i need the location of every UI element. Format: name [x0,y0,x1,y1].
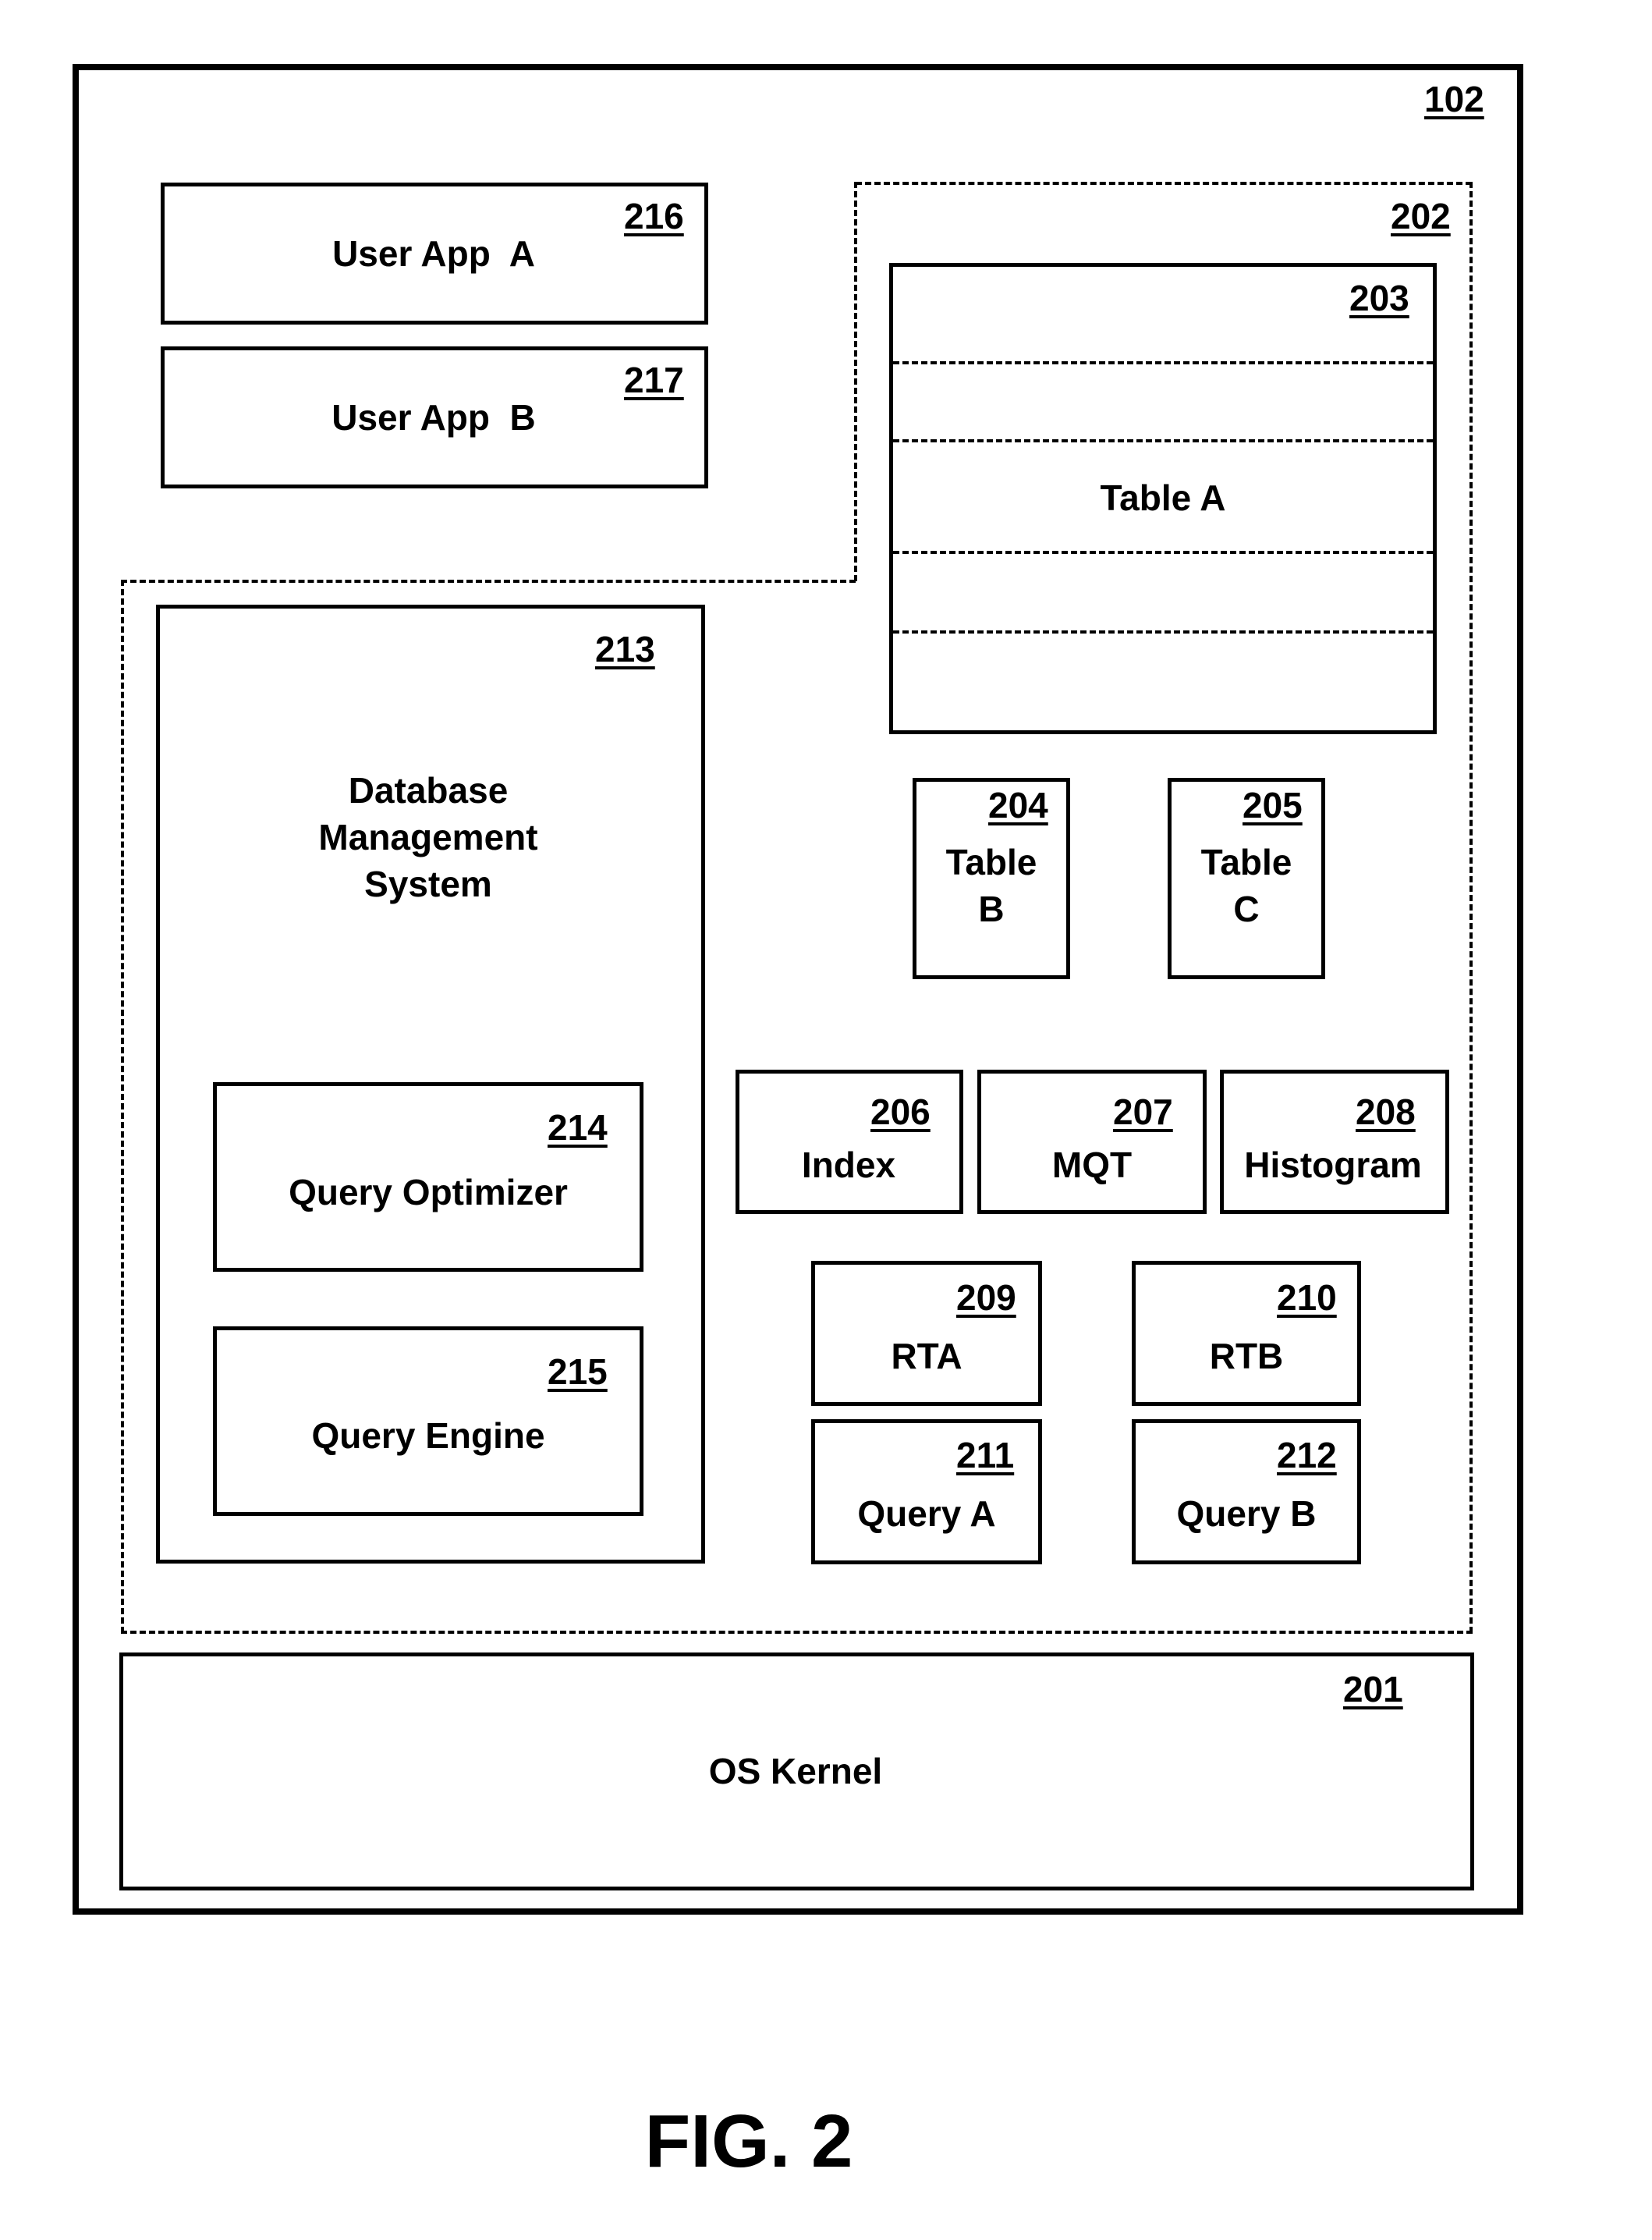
table-c-label-line2: C [1233,889,1260,929]
histogram-ref: 208 [1356,1092,1416,1132]
dbms-label-line1: Database [348,770,509,811]
query-b-ref: 212 [1277,1435,1337,1475]
dbms-label-line3: System [364,864,492,904]
figure-caption: FIG. 2 [644,2100,853,2183]
table-a-row-divider [893,439,1433,442]
query-a-label: Query A [857,1493,996,1534]
user-app-a-ref: 216 [624,196,684,236]
index-label: Index [801,1145,896,1185]
memory-region-border-left [121,580,124,1633]
dbms-label-line2: Management [318,817,538,857]
memory-region-border-notch [854,182,857,581]
table-c-ref: 205 [1243,785,1303,825]
query-optimizer-label: Query Optimizer [289,1172,568,1212]
table-a-row-divider [893,630,1433,634]
dbms-ref: 213 [595,629,655,669]
query-b-label: Query B [1176,1493,1317,1534]
rtb-ref: 210 [1277,1277,1337,1318]
memory-region-border-bottom [121,1631,1473,1634]
rta-label: RTA [891,1336,962,1376]
rta-ref: 209 [956,1277,1016,1318]
histogram-label: Histogram [1244,1145,1422,1185]
table-a-label: Table A [1100,477,1226,518]
query-optimizer-ref: 214 [548,1107,608,1148]
table-c-label-line1: Table [1200,842,1292,882]
user-app-a-label: User App A [332,233,535,274]
table-b-label-line1: Table [945,842,1037,882]
memory-region-ref: 202 [1391,196,1451,236]
memory-region-border-top [856,182,1472,185]
query-a-ref: 211 [956,1435,1015,1475]
system-ref: 102 [1424,79,1484,119]
query-engine-label: Query Engine [311,1415,545,1456]
rtb-label: RTB [1209,1336,1284,1376]
table-a-ref: 203 [1349,278,1409,318]
index-ref: 206 [870,1092,931,1132]
os-kernel-ref: 201 [1343,1669,1403,1709]
user-app-b-label: User App B [331,397,536,438]
mqt-label: MQT [1051,1145,1133,1185]
memory-region-border-right [1469,182,1473,1633]
memory-region-border-step [121,580,856,583]
table-a-row-divider [893,551,1433,554]
table-b-label-line2: B [978,889,1005,929]
query-engine-ref: 215 [548,1351,608,1392]
mqt-ref: 207 [1113,1092,1173,1132]
user-app-b-ref: 217 [624,360,684,400]
table-b-ref: 204 [988,785,1048,825]
table-a-row-divider [893,361,1433,364]
os-kernel-label: OS Kernel [708,1751,883,1791]
